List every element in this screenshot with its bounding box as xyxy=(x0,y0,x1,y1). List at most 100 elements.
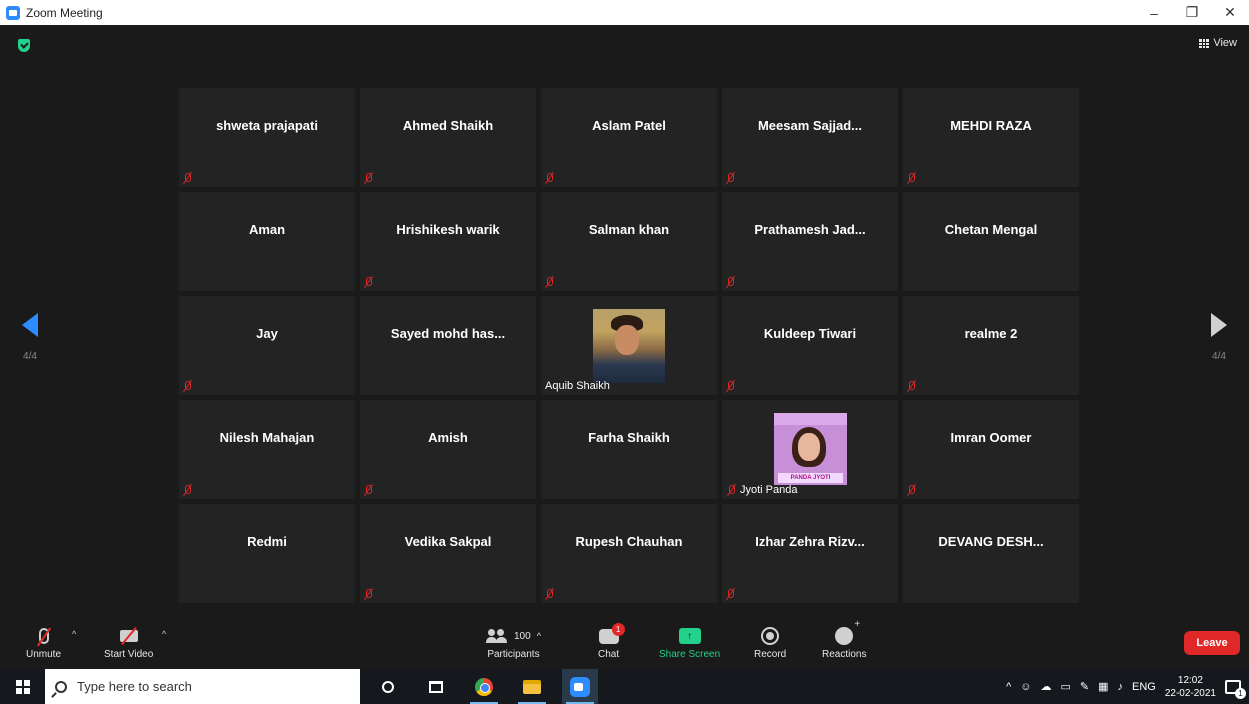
participant-tile[interactable]: Amish xyxy=(360,400,536,499)
participant-tile[interactable]: Nilesh Mahajan xyxy=(179,400,355,499)
people-icon[interactable]: ☺ xyxy=(1020,681,1031,693)
participant-tile[interactable]: Hrishikesh warik xyxy=(360,192,536,291)
show-hidden-icons-icon[interactable]: ^ xyxy=(1006,681,1011,693)
file-explorer-taskbar-button[interactable] xyxy=(514,669,550,704)
participant-tile[interactable]: Meesam Sajjad... xyxy=(722,88,898,187)
participant-tile[interactable]: Vedika Sakpal xyxy=(360,504,536,603)
mic-off-icon xyxy=(38,628,49,644)
record-label: Record xyxy=(754,649,787,660)
cortana-button[interactable] xyxy=(370,669,406,704)
reactions-button[interactable]: Reactions xyxy=(822,619,867,660)
participant-tile[interactable]: Izhar Zehra Rizv... xyxy=(722,504,898,603)
network-icon[interactable]: ▦ xyxy=(1098,680,1108,693)
participants-button[interactable]: 100 ^ Participants xyxy=(486,623,541,660)
previous-page-button[interactable]: 4/4 xyxy=(0,305,60,385)
participant-tile[interactable]: Ahmed Shaikh xyxy=(360,88,536,187)
participant-tile[interactable]: Redmi xyxy=(179,504,355,603)
participant-name: Vedika Sakpal xyxy=(404,534,492,549)
mic-muted-icon xyxy=(363,588,374,600)
mic-muted-icon xyxy=(363,484,374,496)
leave-button[interactable]: Leave xyxy=(1184,631,1240,655)
chat-icon: 1 xyxy=(598,622,625,644)
taskbar-search[interactable]: Type here to search xyxy=(45,669,360,704)
participant-name: Aman xyxy=(248,222,286,237)
participant-name: Imran Oomer xyxy=(950,430,1032,445)
start-video-button[interactable]: Start Video xyxy=(104,623,153,660)
unmute-button[interactable]: Unmute xyxy=(26,623,61,660)
meeting-area: View 4/4 4/4 shweta prajapati Ahmed Shai… xyxy=(0,25,1249,619)
participant-name-overlay: Aquib Shaikh xyxy=(545,380,610,392)
window-title: Zoom Meeting xyxy=(26,5,103,20)
mic-muted-icon xyxy=(906,380,917,392)
mic-muted-icon xyxy=(544,588,555,600)
meeting-toolbar: Unmute ^ Start Video ^ 100 ^ Participant… xyxy=(0,619,1249,669)
security-shield-icon[interactable] xyxy=(18,39,30,52)
audio-options-caret-icon[interactable]: ^ xyxy=(72,629,76,639)
start-button[interactable] xyxy=(0,669,45,704)
view-button[interactable]: View xyxy=(1199,37,1237,49)
participant-video-tile[interactable]: Aquib Shaikh xyxy=(541,296,717,395)
mic-muted-icon xyxy=(725,380,736,392)
participant-name: Prathamesh Jad... xyxy=(754,222,866,237)
folder-icon xyxy=(523,679,541,694)
pen-icon[interactable]: ✎ xyxy=(1080,680,1089,693)
participant-tile[interactable]: DEVANG DESH... xyxy=(903,504,1079,603)
next-page-button[interactable]: 4/4 xyxy=(1189,305,1249,385)
clock-date: 22-02-2021 xyxy=(1164,687,1216,699)
record-button[interactable]: Record xyxy=(754,623,786,660)
share-screen-label: Share Screen xyxy=(659,649,721,660)
zoom-taskbar-button[interactable] xyxy=(562,669,598,704)
onedrive-cloud-icon[interactable]: ☁ xyxy=(1040,680,1051,693)
search-icon xyxy=(55,680,67,693)
participant-video-tile[interactable]: PANDA JYOTI Jyoti Panda xyxy=(722,400,898,499)
participant-tile[interactable]: Salman khan xyxy=(541,192,717,291)
participant-photo xyxy=(593,309,665,383)
participant-tile[interactable]: shweta prajapati xyxy=(179,88,355,187)
participant-tile[interactable]: Aslam Patel xyxy=(541,88,717,187)
mic-muted-icon xyxy=(725,276,736,288)
participant-tile[interactable]: Rupesh Chauhan xyxy=(541,504,717,603)
mic-muted-icon xyxy=(725,172,736,184)
record-icon xyxy=(761,627,780,645)
task-view-icon xyxy=(429,680,443,693)
participant-tile[interactable]: realme 2 xyxy=(903,296,1079,395)
participant-tile[interactable]: MEHDI RAZA xyxy=(903,88,1079,187)
battery-icon[interactable]: ▭ xyxy=(1060,680,1070,693)
participant-name: shweta prajapati xyxy=(216,118,318,133)
participant-name: Farha Shaikh xyxy=(588,430,670,445)
participant-tile[interactable]: Kuldeep Tiwari xyxy=(722,296,898,395)
participant-tile[interactable]: Chetan Mengal xyxy=(903,192,1079,291)
participant-tile[interactable]: Aman xyxy=(179,192,355,291)
taskbar-clock[interactable]: 12:02 22-02-2021 xyxy=(1165,674,1216,700)
participant-tile[interactable]: Jay xyxy=(179,296,355,395)
close-button[interactable]: ✕ xyxy=(1211,0,1249,25)
language-indicator[interactable]: ENG xyxy=(1132,681,1156,693)
action-center-icon[interactable]: 1 xyxy=(1225,679,1246,699)
arrow-right-icon xyxy=(1211,313,1227,337)
participant-grid: shweta prajapati Ahmed Shaikh Aslam Pate… xyxy=(179,88,1079,603)
participant-tile[interactable]: Sayed mohd has... xyxy=(360,296,536,395)
participant-name: Hrishikesh warik xyxy=(396,222,500,237)
participants-icon xyxy=(486,629,508,643)
reactions-label: Reactions xyxy=(822,649,867,660)
participant-tile[interactable]: Prathamesh Jad... xyxy=(722,192,898,291)
chat-label: Chat xyxy=(598,649,620,660)
chrome-taskbar-button[interactable] xyxy=(466,669,502,704)
share-screen-button[interactable]: ↑ Share Screen xyxy=(659,623,720,660)
chat-button[interactable]: 1 Chat xyxy=(598,622,625,660)
participant-name: Aquib Shaikh xyxy=(545,380,610,392)
volume-icon[interactable]: ♪ xyxy=(1118,681,1124,693)
restore-button[interactable]: ❐ xyxy=(1173,0,1211,25)
minimize-button[interactable]: – xyxy=(1135,0,1173,25)
participant-tile[interactable]: Farha Shaikh xyxy=(541,400,717,499)
task-view-button[interactable] xyxy=(418,669,454,704)
participant-name: realme 2 xyxy=(964,326,1018,341)
participant-tile[interactable]: Imran Oomer xyxy=(903,400,1079,499)
video-options-caret-icon[interactable]: ^ xyxy=(162,629,166,639)
mic-muted-icon xyxy=(182,380,193,392)
page-indicator-right: 4/4 xyxy=(1212,351,1226,362)
participant-name: Kuldeep Tiwari xyxy=(763,326,857,341)
participants-caret-icon[interactable]: ^ xyxy=(537,631,541,641)
photo-caption: PANDA JYOTI xyxy=(778,473,843,483)
share-screen-icon: ↑ xyxy=(678,628,701,644)
